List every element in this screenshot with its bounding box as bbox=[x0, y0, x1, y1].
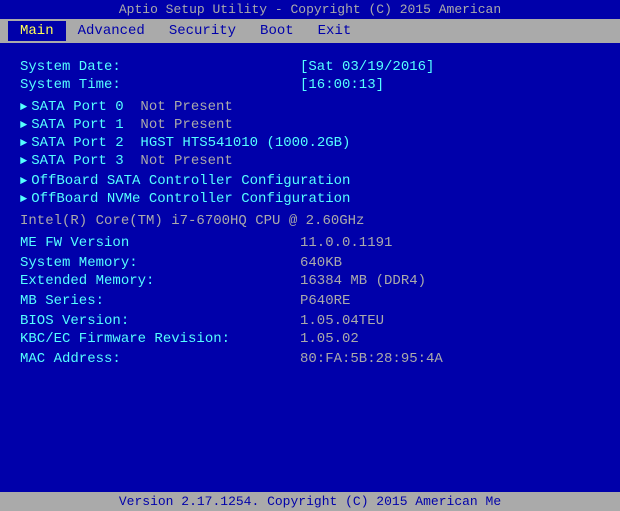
sata-2-port: SATA Port 2 bbox=[31, 135, 140, 151]
sata-2-arrow: ► bbox=[20, 136, 27, 150]
kbc-ec-row: KBC/EC Firmware Revision: 1.05.02 bbox=[20, 331, 600, 347]
extended-memory-value: 16384 MB (DDR4) bbox=[300, 273, 426, 289]
status-text: Version 2.17.1254. Copyright (C) 2015 Am… bbox=[119, 494, 501, 509]
offboard-nvme-row[interactable]: ► OffBoard NVMe Controller Configuration bbox=[20, 191, 600, 207]
mac-address-label: MAC Address: bbox=[20, 351, 300, 367]
status-bar: Version 2.17.1254. Copyright (C) 2015 Am… bbox=[0, 492, 620, 511]
me-fw-value: 11.0.0.1191 bbox=[300, 235, 392, 251]
extended-memory-row: Extended Memory: 16384 MB (DDR4) bbox=[20, 273, 600, 289]
system-date-value[interactable]: [Sat 03/19/2016] bbox=[300, 59, 434, 75]
sata-2-status: HGST HTS541010 (1000.2GB) bbox=[140, 135, 350, 151]
title-text: Aptio Setup Utility - Copyright (C) 2015… bbox=[119, 2, 501, 17]
sata-1-status: Not Present bbox=[140, 117, 232, 133]
sata-3-port: SATA Port 3 bbox=[31, 153, 140, 169]
me-fw-label: ME FW Version bbox=[20, 235, 300, 251]
system-memory-row: System Memory: 640KB bbox=[20, 255, 600, 271]
offboard-nvme-arrow: ► bbox=[20, 192, 27, 206]
sata-1-port: SATA Port 1 bbox=[31, 117, 140, 133]
sata-3-arrow: ► bbox=[20, 154, 27, 168]
system-memory-label: System Memory: bbox=[20, 255, 300, 271]
system-time-row: System Time: [16:00:13] bbox=[20, 77, 600, 93]
mb-series-value: P640RE bbox=[300, 293, 350, 309]
me-fw-row: ME FW Version 11.0.0.1191 bbox=[20, 235, 600, 251]
system-time-label: System Time: bbox=[20, 77, 300, 93]
extended-memory-label: Extended Memory: bbox=[20, 273, 300, 289]
kbc-ec-value: 1.05.02 bbox=[300, 331, 359, 347]
sata-1-arrow: ► bbox=[20, 118, 27, 132]
bios-version-row: BIOS Version: 1.05.04TEU bbox=[20, 313, 600, 329]
offboard-nvme-label: OffBoard NVMe Controller Configuration bbox=[31, 191, 350, 207]
system-memory-value: 640KB bbox=[300, 255, 342, 271]
sata-port-3-row: ► SATA Port 3 Not Present bbox=[20, 153, 600, 169]
system-date-label: System Date: bbox=[20, 59, 300, 75]
sata-3-status: Not Present bbox=[140, 153, 232, 169]
system-date-row: System Date: [Sat 03/19/2016] bbox=[20, 59, 600, 75]
content-area: System Date: [Sat 03/19/2016] System Tim… bbox=[0, 43, 620, 379]
bios-version-label: BIOS Version: bbox=[20, 313, 300, 329]
mac-address-value: 80:FA:5B:28:95:4A bbox=[300, 351, 443, 367]
menu-item-exit[interactable]: Exit bbox=[306, 21, 364, 41]
cpu-text: Intel(R) Core(TM) i7-6700HQ CPU @ 2.60GH… bbox=[20, 213, 364, 229]
title-bar: Aptio Setup Utility - Copyright (C) 2015… bbox=[0, 0, 620, 19]
menu-item-boot[interactable]: Boot bbox=[248, 21, 306, 41]
sata-port-1-row: ► SATA Port 1 Not Present bbox=[20, 117, 600, 133]
sata-0-status: Not Present bbox=[140, 99, 232, 115]
cpu-row: Intel(R) Core(TM) i7-6700HQ CPU @ 2.60GH… bbox=[20, 213, 600, 229]
mb-series-label: MB Series: bbox=[20, 293, 300, 309]
sata-0-port: SATA Port 0 bbox=[31, 99, 140, 115]
bios-version-value: 1.05.04TEU bbox=[300, 313, 384, 329]
menu-item-main[interactable]: Main bbox=[8, 21, 66, 41]
mac-address-row: MAC Address: 80:FA:5B:28:95:4A bbox=[20, 351, 600, 367]
sata-port-2-row: ► SATA Port 2 HGST HTS541010 (1000.2GB) bbox=[20, 135, 600, 151]
menu-bar: Main Advanced Security Boot Exit bbox=[0, 19, 620, 43]
sata-0-arrow: ► bbox=[20, 100, 27, 114]
kbc-ec-label: KBC/EC Firmware Revision: bbox=[20, 331, 300, 347]
sata-port-0-row: ► SATA Port 0 Not Present bbox=[20, 99, 600, 115]
offboard-sata-row[interactable]: ► OffBoard SATA Controller Configuration bbox=[20, 173, 600, 189]
offboard-sata-label: OffBoard SATA Controller Configuration bbox=[31, 173, 350, 189]
offboard-sata-arrow: ► bbox=[20, 174, 27, 188]
system-time-value[interactable]: [16:00:13] bbox=[300, 77, 384, 93]
menu-item-advanced[interactable]: Advanced bbox=[66, 21, 157, 41]
mb-series-row: MB Series: P640RE bbox=[20, 293, 600, 309]
menu-item-security[interactable]: Security bbox=[157, 21, 248, 41]
